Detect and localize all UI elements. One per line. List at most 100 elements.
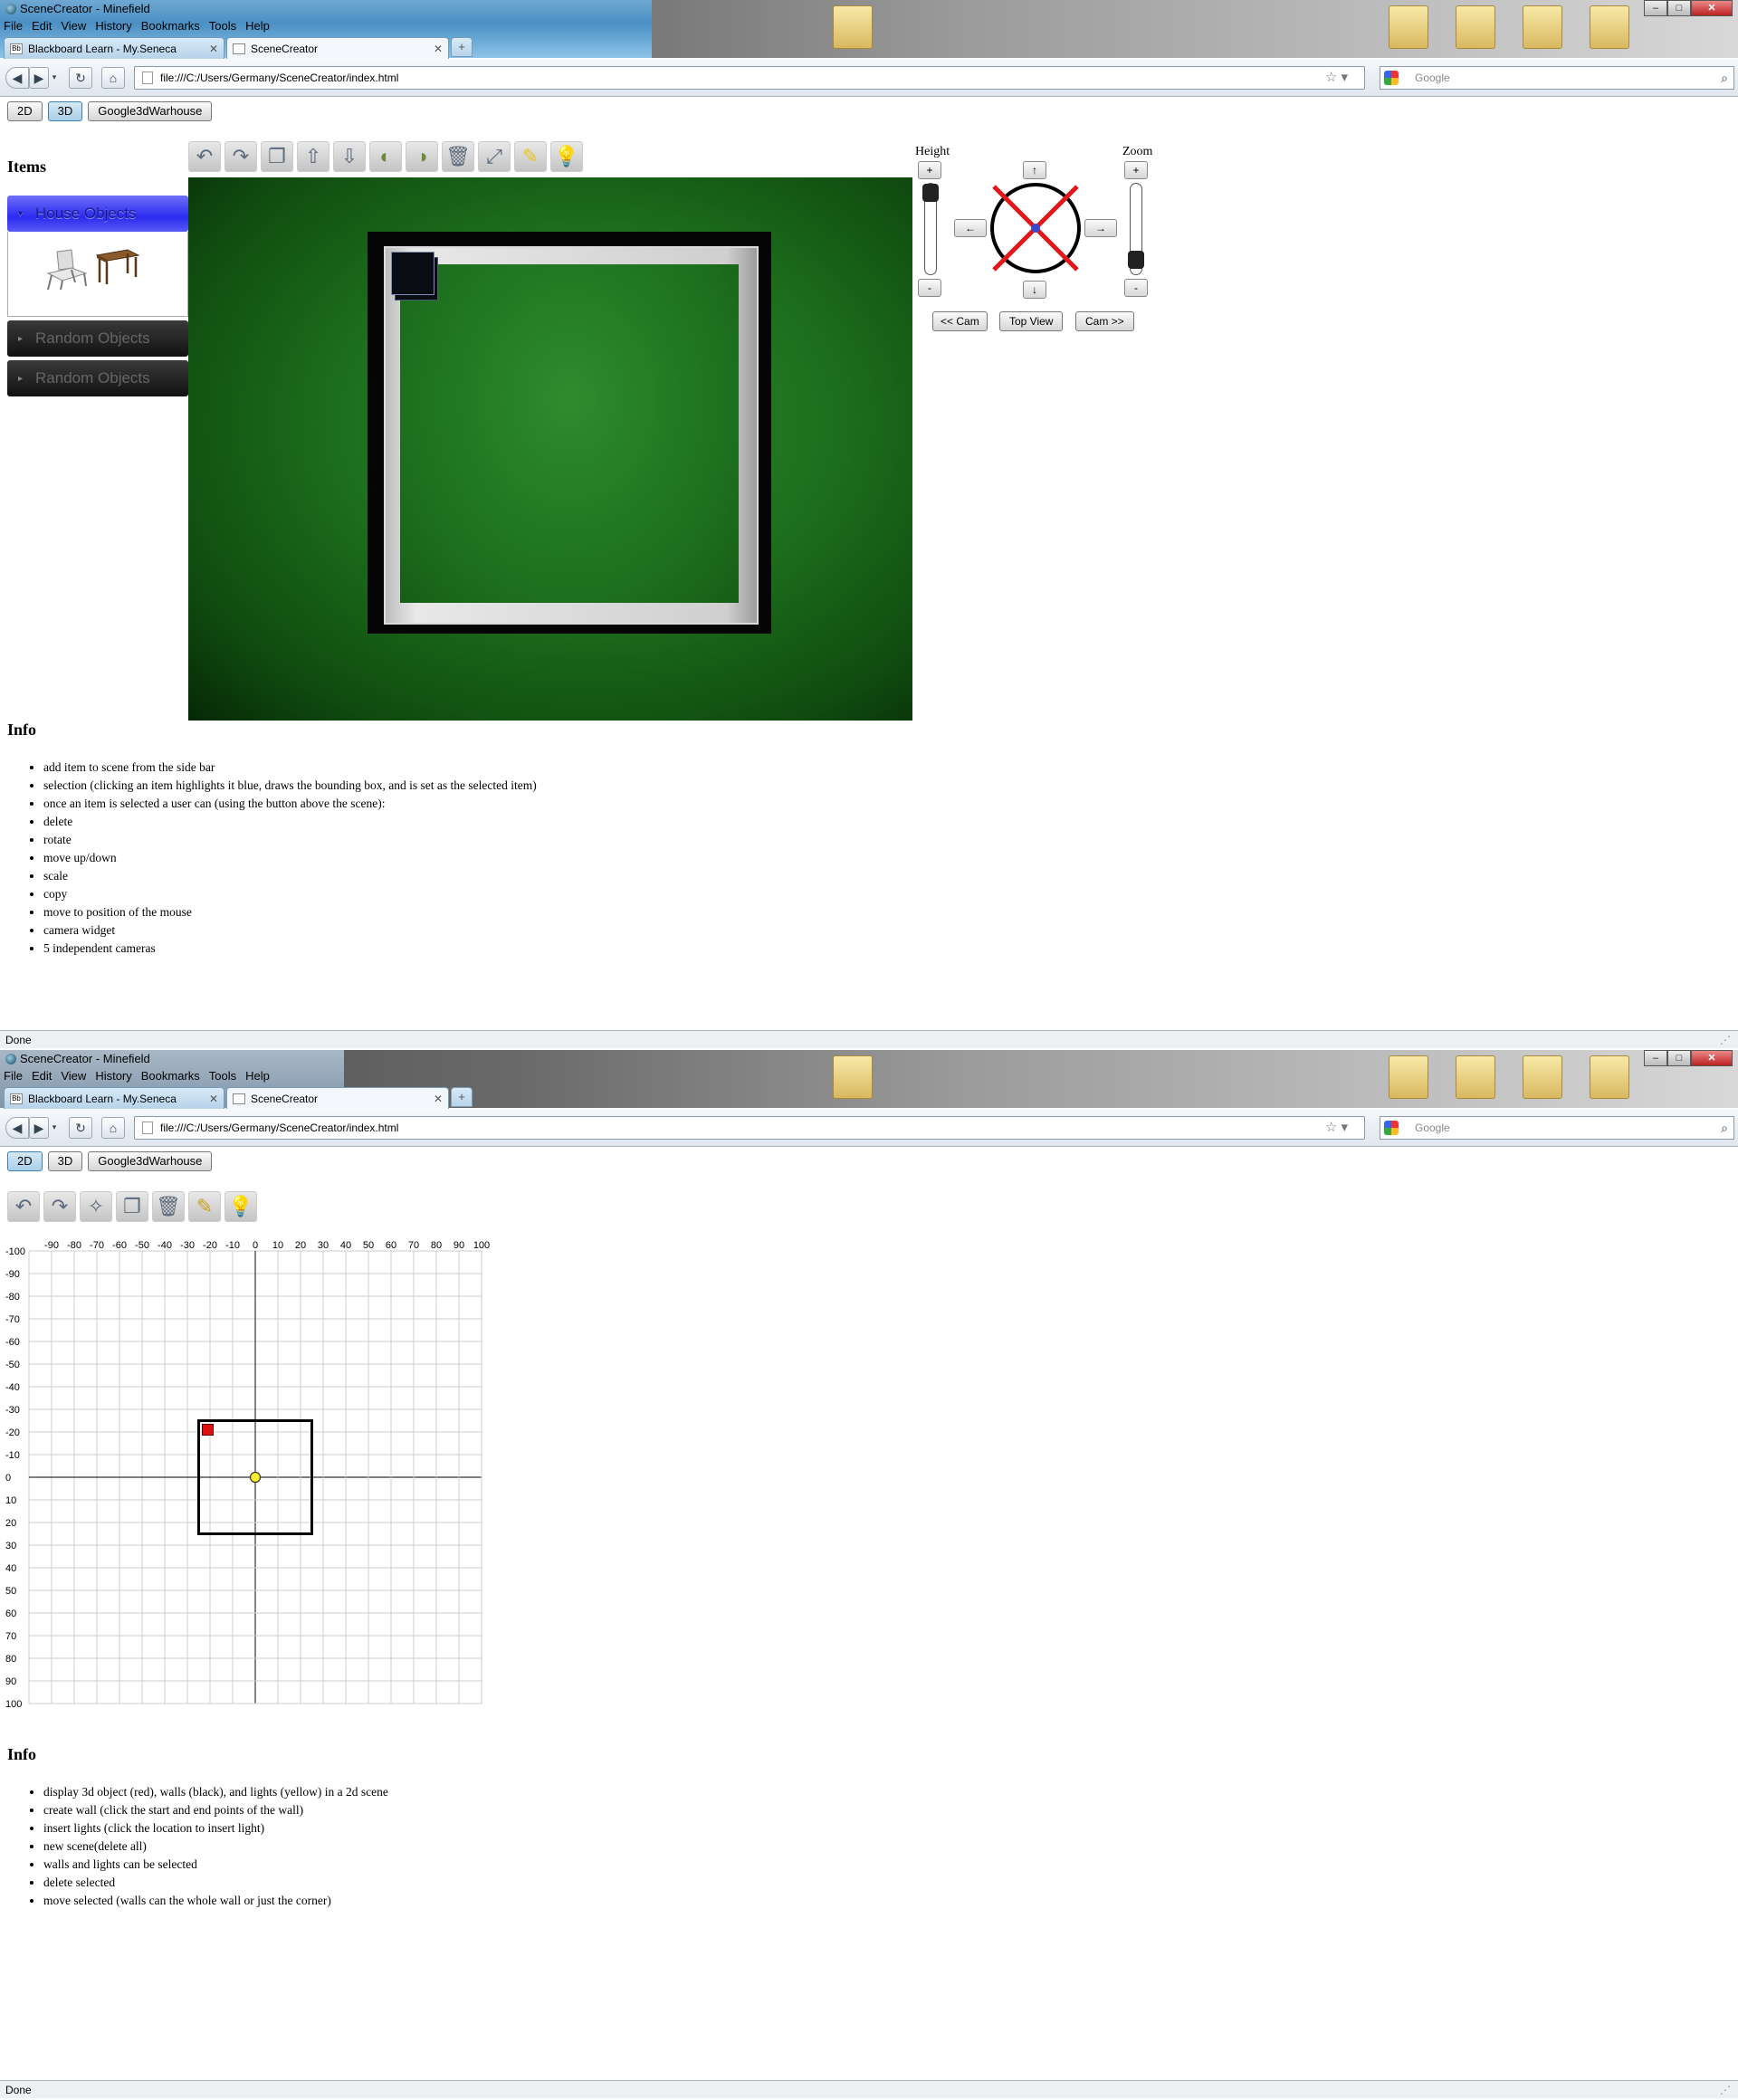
draw-wall-icon[interactable]: ✎ — [188, 1191, 221, 1222]
bookmark-star-icon[interactable]: ☆ ▾ — [1325, 1117, 1348, 1139]
home-button[interactable]: ⌂ — [101, 1117, 125, 1139]
warehouse-button[interactable]: Google3dWarhouse — [88, 1151, 213, 1171]
pan-up-button[interactable]: ↑ — [1023, 161, 1046, 179]
search-field[interactable]: Google ⌕ — [1380, 66, 1734, 90]
tab-scenecreator[interactable]: SceneCreator ✕ — [226, 37, 449, 59]
zoom-minus-button[interactable]: - — [1124, 279, 1148, 297]
tab-blackboard[interactable]: Bb Blackboard Learn - My.Seneca ✕ — [4, 1087, 224, 1109]
back-button[interactable]: ◀ — [5, 1117, 29, 1139]
rotate-right-icon[interactable]: ◑ — [406, 141, 438, 172]
add-light-icon[interactable]: ✎ — [514, 141, 547, 172]
pan-left-button[interactable]: ← — [954, 219, 987, 237]
url-bar[interactable]: file:///C:/Users/Germany/SceneCreator/in… — [134, 1116, 1365, 1140]
height-minus-button[interactable]: - — [918, 279, 941, 297]
tab-scenecreator[interactable]: SceneCreator ✕ — [226, 1087, 449, 1109]
menu-edit[interactable]: Edit — [32, 1069, 52, 1083]
menu-view[interactable]: View — [61, 19, 86, 33]
new-tab-button[interactable]: + — [451, 1087, 473, 1107]
reload-button[interactable]: ↻ — [69, 1117, 92, 1139]
copy-icon[interactable]: ❐ — [116, 1191, 148, 1222]
new-scene-icon[interactable]: ✧ — [80, 1191, 112, 1222]
mode-3d-button[interactable]: 3D — [47, 101, 83, 121]
delete-icon[interactable]: 🗑 — [442, 141, 474, 172]
chair-thumbnail[interactable] — [44, 246, 93, 291]
minimize-button[interactable]: – — [1644, 0, 1667, 16]
warehouse-button[interactable]: Google3dWarhouse — [88, 101, 213, 121]
resize-grip-icon[interactable]: ⋰ — [1720, 2081, 1731, 2099]
selected-object-box[interactable] — [391, 252, 434, 295]
resize-grip-icon[interactable]: ⋰ — [1720, 1031, 1731, 1049]
insert-light-icon[interactable]: 💡 — [224, 1191, 257, 1222]
mode-3d-button[interactable]: 3D — [47, 1151, 83, 1171]
move-up-icon[interactable]: ⇧ — [297, 141, 329, 172]
menu-history[interactable]: History — [95, 1069, 131, 1083]
pan-right-button[interactable]: → — [1084, 219, 1117, 237]
zoom-slider[interactable] — [1128, 183, 1144, 275]
tab-blackboard[interactable]: Bb Blackboard Learn - My.Seneca ✕ — [4, 37, 224, 59]
accordion-random-objects[interactable]: ▸ Random Objects — [7, 320, 188, 357]
next-cam-button[interactable]: Cam >> — [1075, 311, 1134, 331]
menu-file[interactable]: File — [4, 1069, 23, 1083]
menu-file[interactable]: File — [4, 19, 23, 33]
height-plus-button[interactable]: + — [918, 161, 941, 179]
menu-tools[interactable]: Tools — [209, 1069, 236, 1083]
redo-icon[interactable]: ↷ — [224, 141, 257, 172]
back-button[interactable]: ◀ — [5, 67, 29, 89]
2d-scene-grid[interactable]: -90 -80 -70 -60 -50 -40 -30 -20 -10 0 10 20 30 40 50 60… — [0, 1238, 507, 1709]
mode-2d-button[interactable]: 2D — [7, 101, 43, 121]
forward-button[interactable]: ▶ — [29, 1117, 49, 1139]
prev-cam-button[interactable]: << Cam — [932, 311, 988, 331]
menu-edit[interactable]: Edit — [32, 19, 52, 33]
reload-button[interactable]: ↻ — [69, 67, 92, 89]
search-icon[interactable]: ⌕ — [1721, 1117, 1728, 1139]
top-view-button[interactable]: Top View — [999, 311, 1064, 331]
forward-button[interactable]: ▶ — [29, 67, 49, 89]
object-marker[interactable] — [202, 1424, 214, 1436]
height-slider[interactable] — [922, 183, 939, 275]
pan-down-button[interactable]: ↓ — [1023, 281, 1046, 299]
maximize-button[interactable]: □ — [1667, 1050, 1691, 1066]
camera-crosshair-icon[interactable] — [988, 181, 1083, 275]
zoom-plus-button[interactable]: + — [1124, 161, 1148, 179]
url-bar[interactable]: file:///C:/Users/Germany/SceneCreator/in… — [134, 66, 1365, 90]
menu-tools[interactable]: Tools — [209, 19, 236, 33]
height-slider-thumb[interactable] — [922, 184, 939, 202]
menu-bookmarks[interactable]: Bookmarks — [141, 19, 200, 33]
home-button[interactable]: ⌂ — [101, 67, 125, 89]
zoom-slider-thumb[interactable] — [1128, 250, 1144, 269]
copy-icon[interactable]: ❐ — [261, 141, 293, 172]
search-field[interactable]: Google ⌕ — [1380, 1116, 1734, 1140]
rotate-left-icon[interactable]: ◐ — [369, 141, 402, 172]
delete-icon[interactable]: 🗑 — [152, 1191, 185, 1222]
new-tab-button[interactable]: + — [451, 37, 473, 57]
menu-bookmarks[interactable]: Bookmarks — [141, 1069, 200, 1083]
3d-scene-canvas[interactable] — [188, 177, 912, 721]
menu-history[interactable]: History — [95, 19, 131, 33]
search-icon[interactable]: ⌕ — [1721, 67, 1728, 89]
redo-icon[interactable]: ↷ — [43, 1191, 76, 1222]
mode-2d-button[interactable]: 2D — [7, 1151, 43, 1171]
menu-help[interactable]: Help — [245, 1069, 270, 1083]
light-icon[interactable]: 💡 — [550, 141, 583, 172]
accordion-random-objects-2[interactable]: ▸ Random Objects — [7, 360, 188, 396]
bookmark-star-icon[interactable]: ☆ ▾ — [1325, 67, 1348, 89]
scale-icon[interactable]: ⤢ — [478, 141, 511, 172]
undo-icon[interactable]: ↶ — [7, 1191, 40, 1222]
close-tab-icon[interactable]: ✕ — [209, 43, 218, 55]
maximize-button[interactable]: □ — [1667, 0, 1691, 16]
menu-view[interactable]: View — [61, 1069, 86, 1083]
table-thumbnail[interactable] — [95, 246, 140, 286]
menu-help[interactable]: Help — [245, 19, 270, 33]
minimize-button[interactable]: – — [1644, 1050, 1667, 1066]
close-tab-icon[interactable]: ✕ — [209, 1093, 218, 1105]
light-marker[interactable] — [249, 1471, 262, 1484]
move-down-icon[interactable]: ⇩ — [333, 141, 366, 172]
close-tab-icon[interactable]: ✕ — [434, 43, 443, 55]
close-tab-icon[interactable]: ✕ — [434, 1093, 443, 1105]
undo-icon[interactable]: ↶ — [188, 141, 221, 172]
history-dropdown-icon[interactable]: ▾ — [49, 1117, 60, 1139]
history-dropdown-icon[interactable]: ▾ — [49, 67, 60, 89]
accordion-house-objects[interactable]: ▾ House Objects — [7, 196, 188, 232]
close-button[interactable]: ✕ — [1691, 1050, 1733, 1066]
close-button[interactable]: ✕ — [1691, 0, 1733, 16]
